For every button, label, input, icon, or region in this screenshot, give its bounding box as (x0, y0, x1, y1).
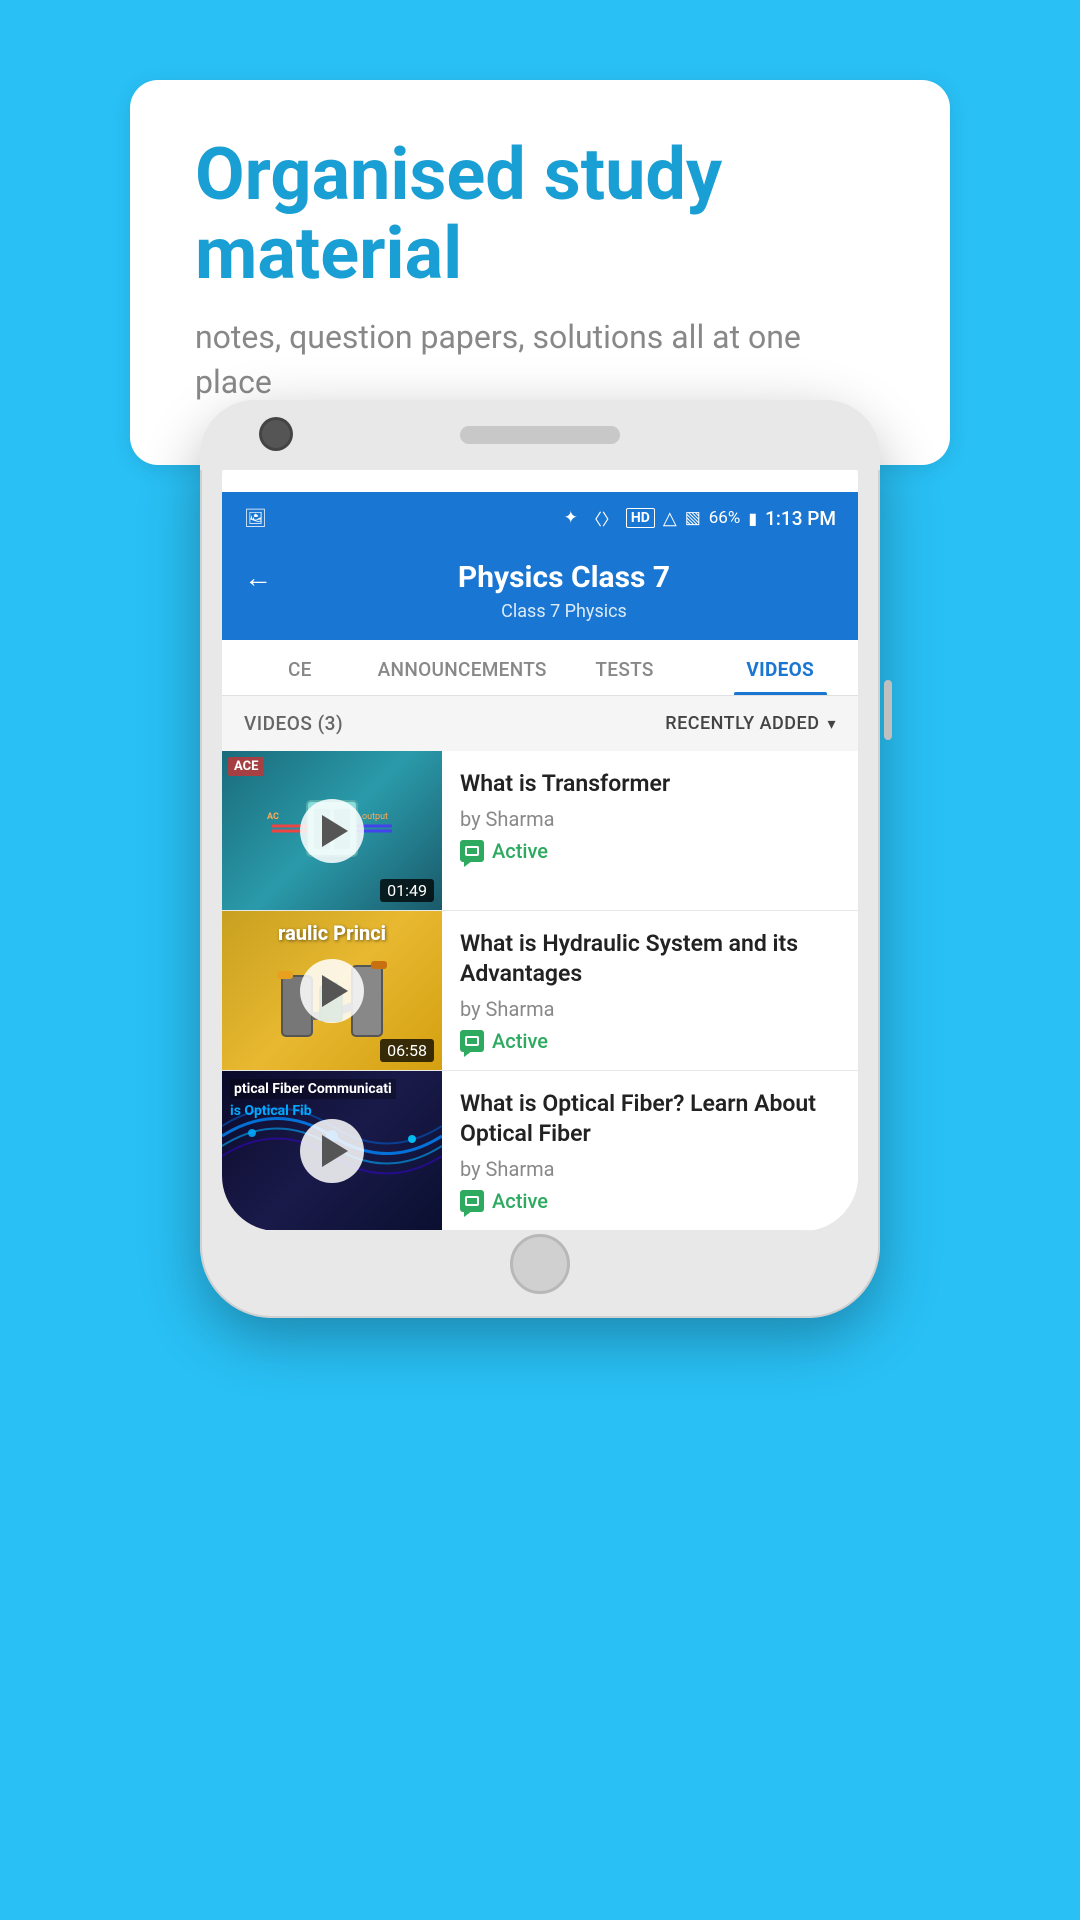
status-label-2: Active (492, 1029, 548, 1053)
phone-mockup: 🖼 ✦ 〈〉 HD △ ▧ 66% ▮ 1:13 PM (200, 400, 880, 1318)
status-bar-left: 🖼 (244, 508, 273, 529)
phone-top-bar (200, 400, 880, 470)
wifi-icon: △ (663, 508, 677, 529)
phone-outer-shell: 🖼 ✦ 〈〉 HD △ ▧ 66% ▮ 1:13 PM (200, 400, 880, 1318)
video-status-1: Active (460, 839, 840, 863)
background: Organised study material notes, question… (0, 0, 1080, 1920)
video-thumbnail-2[interactable]: raulic Princi 06:58 (222, 911, 442, 1070)
video-count-label: VIDEOS (3) (244, 712, 343, 735)
tab-announcements[interactable]: ANNOUNCEMENTS (378, 640, 547, 695)
fiber-text-line2: is Optical Fib (230, 1103, 312, 1119)
video-item-hydraulic: raulic Princi 06:58 What is Hydraulic Sy… (222, 911, 858, 1071)
phone-screen: 🖼 ✦ 〈〉 HD △ ▧ 66% ▮ 1:13 PM (222, 492, 858, 1231)
status-label-1: Active (492, 839, 548, 863)
speech-bubble-heading: Organised study material (195, 135, 885, 293)
side-scroll-indicator (884, 680, 892, 740)
thumbnail-label-1: ACE (228, 757, 264, 776)
chat-icon-1 (460, 840, 484, 862)
sort-dropdown[interactable]: RECENTLY ADDED ▾ (665, 713, 836, 734)
video-duration-1: 01:49 (380, 879, 434, 902)
top-section: Organised study material notes, question… (0, 0, 1080, 465)
speaker-grille (460, 426, 620, 444)
video-item-fiber: ptical Fiber Communicati is Optical Fib … (222, 1071, 858, 1231)
video-info-1: What is Transformer by Sharma Active (442, 751, 858, 910)
bluetooth-icon: ✦ (564, 508, 578, 528)
sort-label: RECENTLY ADDED (665, 713, 819, 734)
video-status-2: Active (460, 1029, 840, 1053)
play-button-2[interactable] (300, 959, 364, 1023)
video-info-3: What is Optical Fiber? Learn About Optic… (442, 1071, 858, 1230)
tabs-bar: CE ANNOUNCEMENTS TESTS VIDEOS (222, 640, 858, 696)
app-header: ← Physics Class 7 Class 7 Physics (222, 544, 858, 640)
video-duration-2: 06:58 (380, 1039, 434, 1062)
play-icon-2 (322, 975, 348, 1007)
hd-badge: HD (626, 508, 655, 528)
video-title-2: What is Hydraulic System and its Advanta… (460, 929, 840, 989)
status-label-3: Active (492, 1189, 548, 1213)
battery-icon: ▮ (748, 509, 757, 528)
video-thumbnail-3[interactable]: ptical Fiber Communicati is Optical Fib (222, 1071, 442, 1230)
phone-inner-screen: 🖼 ✦ 〈〉 HD △ ▧ 66% ▮ 1:13 PM (222, 422, 858, 1231)
filter-bar: VIDEOS (3) RECENTLY ADDED ▾ (222, 696, 858, 751)
chevron-down-icon: ▾ (827, 714, 836, 733)
photo-icon: 🖼 (244, 508, 267, 529)
status-bar: 🖼 ✦ 〈〉 HD △ ▧ 66% ▮ 1:13 PM (222, 492, 858, 544)
back-button[interactable]: ← (244, 561, 272, 594)
play-button-1[interactable] (300, 799, 364, 863)
signal-icon: ▧ (685, 508, 701, 528)
camera-lens (262, 420, 290, 448)
tab-videos[interactable]: VIDEOS (702, 640, 858, 695)
speech-bubble-subtext: notes, question papers, solutions all at… (195, 315, 885, 405)
video-status-3: Active (460, 1189, 840, 1213)
fiber-text-line1: ptical Fiber Communicati (230, 1079, 396, 1099)
vibrate-icon: 〈〉 (586, 506, 618, 530)
app-header-top: ← Physics Class 7 (244, 560, 836, 595)
phone-home-button-area (222, 1231, 858, 1296)
video-author-1: by Sharma (460, 807, 840, 831)
tab-ce[interactable]: CE (222, 640, 378, 695)
video-author-2: by Sharma (460, 997, 840, 1021)
chat-icon-3 (460, 1190, 484, 1212)
svg-text:output: output (362, 812, 388, 822)
status-time: 1:13 PM (765, 507, 836, 530)
home-button[interactable] (510, 1234, 570, 1294)
video-item-transformer: AC output 01:49 ACE What is Transf (222, 751, 858, 911)
video-title-3: What is Optical Fiber? Learn About Optic… (460, 1089, 840, 1149)
chat-icon-2 (460, 1030, 484, 1052)
header-subtitle: Class 7 Physics (244, 601, 836, 622)
header-title: Physics Class 7 (292, 560, 836, 595)
play-button-3[interactable] (300, 1119, 364, 1183)
video-title-1: What is Transformer (460, 769, 840, 799)
tab-tests[interactable]: TESTS (547, 640, 703, 695)
svg-text:AC: AC (267, 812, 279, 822)
video-thumbnail-1[interactable]: AC output 01:49 ACE (222, 751, 442, 910)
battery-percentage: 66% (709, 508, 741, 528)
status-bar-right: ✦ 〈〉 HD △ ▧ 66% ▮ 1:13 PM (564, 506, 836, 530)
video-info-2: What is Hydraulic System and its Advanta… (442, 911, 858, 1070)
video-author-3: by Sharma (460, 1157, 840, 1181)
hydraulic-text-overlay: raulic Princi (222, 921, 442, 945)
play-icon-1 (322, 815, 348, 847)
play-icon-3 (322, 1135, 348, 1167)
